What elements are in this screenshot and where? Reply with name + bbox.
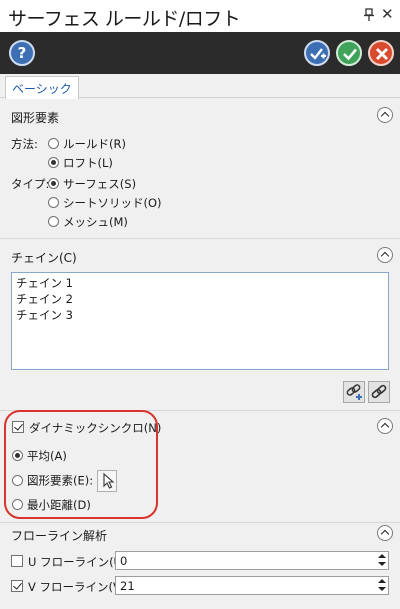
collapse-icon[interactable] bbox=[377, 418, 393, 434]
checkbox-checked-icon[interactable] bbox=[11, 580, 23, 592]
flowline-panel-title: フローライン解析 bbox=[11, 529, 108, 543]
type-option-mesh[interactable]: メッシュ(M) bbox=[48, 214, 128, 230]
type-label: タイプ: bbox=[11, 177, 50, 191]
title-bar: サーフェス ルールド/ロフト ✕ bbox=[0, 0, 400, 32]
method-option-ruled-label: ルールド(R) bbox=[63, 137, 126, 151]
radio-selected-icon[interactable] bbox=[48, 157, 59, 168]
tab-basic[interactable]: ベーシック bbox=[5, 76, 79, 99]
cancel-button[interactable] bbox=[368, 40, 394, 66]
type-option-surface[interactable]: サーフェス(S) bbox=[48, 176, 136, 192]
spinner-arrows-icon[interactable] bbox=[378, 578, 386, 593]
checkbox-icon[interactable] bbox=[11, 555, 23, 567]
highlight-annotation bbox=[4, 410, 158, 519]
chain-list[interactable]: チェイン 1 チェイン 2 チェイン 3 bbox=[11, 272, 389, 370]
radio-icon[interactable] bbox=[48, 138, 59, 149]
flowline-panel-header[interactable]: フローライン解析 bbox=[6, 524, 396, 544]
toolbar: ? bbox=[0, 32, 400, 74]
u-flowline-input[interactable]: 0 bbox=[115, 551, 389, 570]
collapse-icon[interactable] bbox=[377, 247, 393, 263]
help-icon: ? bbox=[17, 44, 27, 62]
type-option-sheet-solid[interactable]: シートソリッド(O) bbox=[48, 195, 162, 211]
add-chain-button[interactable] bbox=[343, 381, 365, 403]
window-title: サーフェス ルールド/ロフト bbox=[8, 8, 241, 30]
section-divider bbox=[0, 238, 400, 239]
geometry-panel-header[interactable]: 図形要素 bbox=[6, 106, 396, 126]
radio-icon[interactable] bbox=[48, 197, 59, 208]
v-flowline-input[interactable]: 21 bbox=[115, 576, 389, 595]
chain-panel-title: チェイン(C) bbox=[11, 251, 77, 265]
close-icon[interactable]: ✕ bbox=[381, 5, 394, 23]
list-item[interactable]: チェイン 3 bbox=[15, 307, 385, 323]
section-divider bbox=[0, 522, 400, 523]
v-flowline-value: 21 bbox=[120, 579, 135, 593]
method-option-loft[interactable]: ロフト(L) bbox=[48, 155, 113, 171]
cancel-x-icon bbox=[376, 48, 388, 60]
pin-icon[interactable] bbox=[363, 8, 375, 22]
help-button[interactable]: ? bbox=[9, 40, 35, 66]
method-option-loft-label: ロフト(L) bbox=[63, 156, 113, 170]
collapse-icon[interactable] bbox=[377, 107, 393, 123]
chain-link-icon bbox=[371, 384, 387, 399]
ok-and-create-new-button[interactable] bbox=[304, 40, 330, 66]
method-label: 方法: bbox=[11, 137, 38, 151]
v-flowline-checkbox[interactable]: V フローライン(V): bbox=[11, 579, 129, 595]
list-item[interactable]: チェイン 2 bbox=[15, 291, 385, 307]
check-plus-icon bbox=[310, 48, 326, 60]
chain-panel-header[interactable]: チェイン(C) bbox=[6, 246, 396, 266]
method-option-ruled[interactable]: ルールド(R) bbox=[48, 136, 126, 152]
chain-manager-button[interactable] bbox=[368, 381, 390, 403]
chain-link-add-icon bbox=[346, 384, 362, 400]
list-item[interactable]: チェイン 1 bbox=[15, 275, 385, 291]
radio-icon[interactable] bbox=[48, 216, 59, 227]
check-icon bbox=[343, 48, 357, 61]
tab-strip: ベーシック bbox=[0, 74, 400, 99]
ok-button[interactable] bbox=[336, 40, 362, 66]
type-option-mesh-label: メッシュ(M) bbox=[63, 215, 128, 229]
type-option-sheet-solid-label: シートソリッド(O) bbox=[63, 196, 162, 210]
u-flowline-value: 0 bbox=[120, 554, 128, 568]
u-flowline-checkbox[interactable]: U フローライン(U): bbox=[11, 554, 130, 570]
spinner-arrows-icon[interactable] bbox=[378, 553, 386, 568]
geometry-panel-title: 図形要素 bbox=[11, 111, 60, 125]
radio-selected-icon[interactable] bbox=[48, 178, 59, 189]
type-option-surface-label: サーフェス(S) bbox=[63, 177, 137, 191]
collapse-icon[interactable] bbox=[377, 525, 393, 541]
